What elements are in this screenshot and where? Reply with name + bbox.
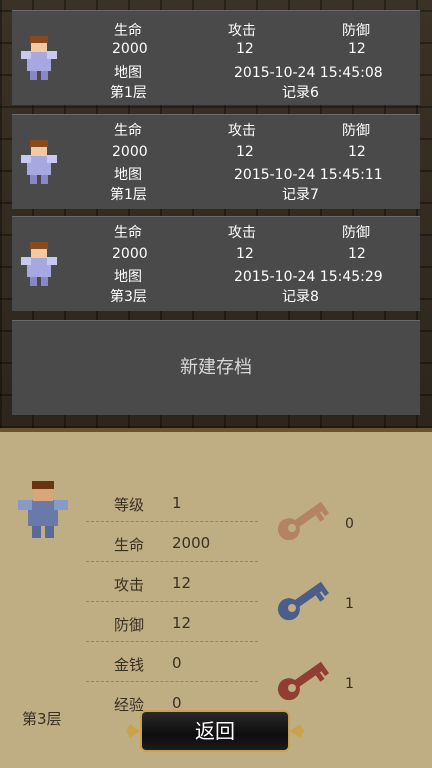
save-timestamp: 2015-10-24 15:45:08 [234, 65, 383, 81]
map-label: 地图 [114, 167, 142, 183]
def-label: 防御 [342, 123, 370, 139]
atk-value: 12 [236, 41, 254, 57]
floor-label: 第1层 [110, 85, 147, 101]
back-button[interactable]: 返回 [140, 710, 290, 752]
def-value: 12 [348, 144, 366, 160]
hp-label: 生命 [114, 225, 142, 241]
gold-value: 0 [172, 654, 182, 672]
stat-row-level: 等级 1 [86, 482, 258, 522]
atk-value: 12 [236, 246, 254, 262]
gold-label: 金钱 [114, 656, 145, 674]
yellow-key-count: 0 [345, 516, 354, 532]
def-value: 12 [348, 246, 366, 262]
save-slot-2[interactable]: 生命 攻击 防御 2000 12 12 地图 2015-10-24 15:45:… [12, 114, 420, 209]
floor-label: 第1层 [110, 187, 147, 203]
hp-value: 2000 [112, 41, 148, 57]
stat-row-hp: 生命 2000 [86, 522, 258, 562]
hero-portrait-icon [21, 36, 57, 80]
hero-avatar-icon [18, 481, 68, 538]
stat-row-def: 防御 12 [86, 602, 258, 642]
save-slot-3[interactable]: 生命 攻击 防御 2000 12 12 地图 2015-10-24 15:45:… [12, 216, 420, 311]
hp-value: 2000 [112, 246, 148, 262]
red-key-icon [277, 661, 330, 701]
blue-key-count: 1 [345, 596, 354, 612]
def-value: 12 [348, 41, 366, 57]
hp-label: 生命 [114, 536, 145, 554]
new-save-label: 新建存档 [180, 357, 252, 378]
atk-label: 攻击 [228, 225, 256, 241]
map-label: 地图 [114, 65, 142, 81]
hp-value: 2000 [112, 144, 148, 160]
save-timestamp: 2015-10-24 15:45:29 [234, 269, 383, 285]
stat-row-atk: 攻击 12 [86, 562, 258, 602]
stat-row-gold: 金钱 0 [86, 642, 258, 682]
blue-key-icon [277, 581, 330, 621]
button-ornament-left [126, 724, 140, 738]
exp-label: 经验 [114, 696, 145, 714]
level-value: 1 [172, 494, 182, 512]
atk-value: 12 [172, 574, 192, 592]
atk-label: 攻击 [228, 123, 256, 139]
hero-portrait-icon [21, 242, 57, 286]
atk-label: 攻击 [114, 576, 145, 594]
new-save-button[interactable]: 新建存档 [12, 320, 420, 415]
button-ornament-right [290, 724, 304, 738]
save-slot-1[interactable]: 生命 攻击 防御 2000 12 12 地图 2015-10-24 15:45:… [12, 10, 420, 105]
floor-label: 第3层 [110, 289, 147, 305]
yellow-key-icon [277, 501, 330, 541]
def-label: 防御 [342, 23, 370, 39]
red-key-count: 1 [345, 676, 354, 692]
def-label: 防御 [114, 616, 145, 634]
level-label: 等级 [114, 496, 145, 514]
map-label: 地图 [114, 269, 142, 285]
def-label: 防御 [342, 225, 370, 241]
atk-value: 12 [236, 144, 254, 160]
def-value: 12 [172, 614, 192, 632]
hero-portrait-icon [21, 140, 57, 184]
record-label: 记录8 [282, 289, 319, 305]
record-label: 记录7 [282, 187, 319, 203]
save-timestamp: 2015-10-24 15:45:11 [234, 167, 383, 183]
hp-value: 2000 [172, 534, 211, 552]
current-floor: 第3层 [22, 710, 62, 728]
atk-label: 攻击 [228, 23, 256, 39]
back-label: 返回 [195, 719, 235, 743]
hp-label: 生命 [114, 123, 142, 139]
hp-label: 生命 [114, 23, 142, 39]
record-label: 记录6 [282, 85, 319, 101]
